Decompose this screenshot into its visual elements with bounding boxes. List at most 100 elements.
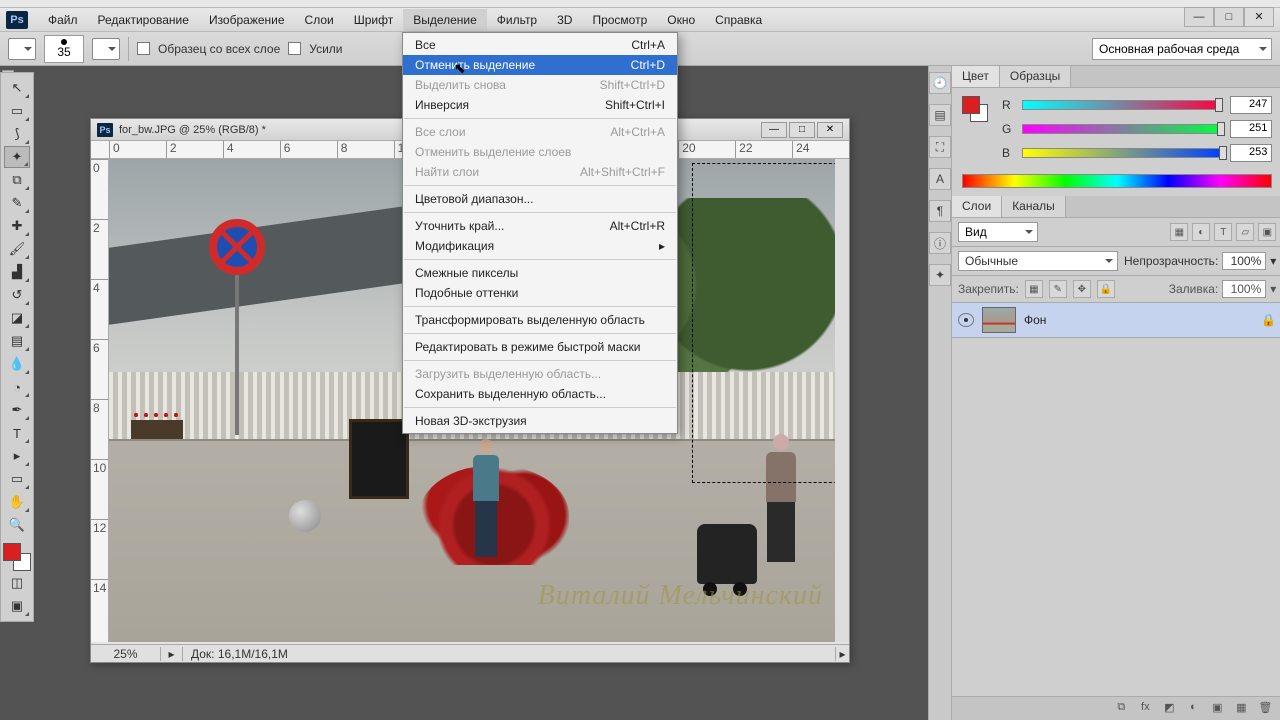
healing-tool[interactable]: ✚ (4, 215, 30, 237)
slider-R[interactable] (1022, 100, 1222, 110)
brush-preset-picker[interactable]: 35 (44, 35, 84, 63)
type-tool[interactable]: T (4, 422, 30, 444)
filter-pixel-icon[interactable]: ▦ (1170, 223, 1188, 241)
menu-item-модификация[interactable]: Модификация▸ (403, 236, 677, 256)
filter-shape-icon[interactable]: ▱ (1236, 223, 1254, 241)
fill-flyout-icon[interactable]: ▾ (1270, 282, 1276, 296)
screen-mode-toggle[interactable]: ▣ (4, 595, 30, 617)
path-select-tool[interactable]: ▸ (4, 445, 30, 467)
lasso-tool[interactable]: ⟆ (4, 123, 30, 145)
crop-tool[interactable]: ⧉ (4, 169, 30, 191)
delete-layer-icon[interactable]: 🗑 (1256, 701, 1274, 717)
gradient-tool[interactable]: ▤ (4, 330, 30, 352)
eyedropper-tool[interactable]: ✎ (4, 192, 30, 214)
layer-mask-icon[interactable]: ◩ (1160, 701, 1178, 717)
menu-item-смежные-пикселы[interactable]: Смежные пикселы (403, 263, 677, 283)
group-icon[interactable]: ▣ (1208, 701, 1226, 717)
lock-pos-icon[interactable]: ✥ (1073, 280, 1091, 298)
move-tool[interactable]: ↖ (4, 77, 30, 99)
zoom-level[interactable]: 25% (91, 647, 161, 661)
quick-mask-toggle[interactable]: ◫ (4, 572, 30, 594)
paragraph-panel-icon[interactable]: ¶ (929, 200, 951, 222)
opacity-value[interactable]: 100% (1222, 252, 1266, 270)
tab-swatches[interactable]: Образцы (1000, 66, 1071, 87)
menu-выделение[interactable]: Выделение (403, 9, 487, 31)
enhance-checkbox[interactable] (288, 42, 301, 55)
lock-trans-icon[interactable]: ▦ (1025, 280, 1043, 298)
sample-all-checkbox[interactable] (137, 42, 150, 55)
zoom-tool[interactable]: 🔍 (4, 514, 30, 536)
filter-smart-icon[interactable]: ▣ (1258, 223, 1276, 241)
link-layers-icon[interactable]: ⧉ (1112, 701, 1130, 717)
marquee-tool[interactable]: ▭ (4, 100, 30, 122)
stamp-tool[interactable]: ▟ (4, 261, 30, 283)
opacity-flyout-icon[interactable]: ▾ (1270, 254, 1276, 268)
channel-value-G[interactable]: 251 (1230, 120, 1272, 138)
menu-файл[interactable]: Файл (38, 9, 88, 31)
history-brush-tool[interactable]: ↺ (4, 284, 30, 306)
eraser-tool[interactable]: ◪ (4, 307, 30, 329)
filter-adjust-icon[interactable]: ◐ (1192, 223, 1210, 241)
layer-style-icon[interactable]: fx (1136, 701, 1154, 717)
maximize-button[interactable]: □ (1214, 7, 1244, 27)
brush-tool[interactable]: 🖌 (4, 238, 30, 260)
menu-3d[interactable]: 3D (547, 9, 582, 31)
actions-panel-icon[interactable]: ▤ (929, 104, 951, 126)
doc-minimize-button[interactable]: — (761, 122, 787, 138)
blend-mode-dropdown[interactable]: Обычные (958, 251, 1118, 271)
workspace-switcher[interactable]: Основная рабочая среда (1092, 38, 1272, 60)
minimize-button[interactable]: — (1184, 7, 1214, 27)
channel-value-R[interactable]: 247 (1230, 96, 1272, 114)
new-layer-icon[interactable]: ▦ (1232, 701, 1250, 717)
tab-layers[interactable]: Слои (952, 196, 1002, 217)
filter-type-icon[interactable]: T (1214, 223, 1232, 241)
menu-item-подобные-оттенки[interactable]: Подобные оттенки (403, 283, 677, 303)
close-button[interactable]: ✕ (1244, 7, 1274, 27)
menu-просмотр[interactable]: Просмотр (582, 9, 657, 31)
vertical-scrollbar[interactable] (835, 159, 849, 642)
menu-item-все[interactable]: ВсеCtrl+A (403, 35, 677, 55)
menu-item-новая-3d-экструзия[interactable]: Новая 3D-экструзия (403, 411, 677, 431)
history-panel-icon[interactable]: 🕘 (929, 72, 951, 94)
menu-окно[interactable]: Окно (657, 9, 705, 31)
tab-color[interactable]: Цвет (952, 66, 1000, 87)
tab-channels[interactable]: Каналы (1002, 196, 1066, 217)
info-panel-icon[interactable]: ⓘ (929, 232, 951, 254)
quick-select-tool[interactable]: ✦ (4, 146, 30, 168)
hand-tool[interactable]: ✋ (4, 491, 30, 513)
menu-фильтр[interactable]: Фильтр (487, 9, 547, 31)
doc-maximize-button[interactable]: □ (789, 122, 815, 138)
menu-item-уточнить-край-[interactable]: Уточнить край...Alt+Ctrl+R (403, 216, 677, 236)
lock-paint-icon[interactable]: ✎ (1049, 280, 1067, 298)
menu-шрифт[interactable]: Шрифт (344, 9, 403, 31)
menu-справка[interactable]: Справка (705, 9, 772, 31)
layer-item-background[interactable]: Фон 🔒 (952, 303, 1280, 338)
menu-item-отменить-выделение[interactable]: Отменить выделениеCtrl+D (403, 55, 677, 75)
dodge-tool[interactable]: ◔ (4, 376, 30, 398)
menu-item-трансформировать-выделенную-область[interactable]: Трансформировать выделенную область (403, 310, 677, 330)
menu-item-инверсия[interactable]: ИнверсияShift+Ctrl+I (403, 95, 677, 115)
adjustment-layer-icon[interactable]: ◐ (1184, 701, 1202, 717)
menu-слои[interactable]: Слои (295, 9, 344, 31)
menu-редактирование[interactable]: Редактирование (88, 9, 199, 31)
menu-item-редактировать-в-режиме-быстрой-маски[interactable]: Редактировать в режиме быстрой маски (403, 337, 677, 357)
tool-preset-picker[interactable] (8, 38, 36, 60)
menu-item-сохранить-выделенную-область-[interactable]: Сохранить выделенную область... (403, 384, 677, 404)
color-swatches[interactable] (3, 543, 31, 571)
color-panel-swatches[interactable] (962, 96, 988, 122)
menu-изображение[interactable]: Изображение (199, 9, 295, 31)
character-panel-icon[interactable]: A (929, 168, 951, 190)
blur-tool[interactable]: 💧 (4, 353, 30, 375)
channel-value-B[interactable]: 253 (1230, 144, 1272, 162)
doc-close-button[interactable]: ✕ (817, 122, 843, 138)
layer-filter-dropdown[interactable]: Вид (958, 222, 1038, 242)
properties-panel-icon[interactable]: ⛶ (929, 136, 951, 158)
pen-tool[interactable]: ✒ (4, 399, 30, 421)
shape-tool[interactable]: ▭ (4, 468, 30, 490)
menu-item-цветовой-диапазон-[interactable]: Цветовой диапазон... (403, 189, 677, 209)
lock-all-icon[interactable]: 🔒 (1097, 280, 1115, 298)
slider-G[interactable] (1022, 124, 1222, 134)
navigator-panel-icon[interactable]: ✦ (929, 264, 951, 286)
brush-panel-toggle[interactable] (92, 38, 120, 60)
fill-value[interactable]: 100% (1222, 280, 1266, 298)
